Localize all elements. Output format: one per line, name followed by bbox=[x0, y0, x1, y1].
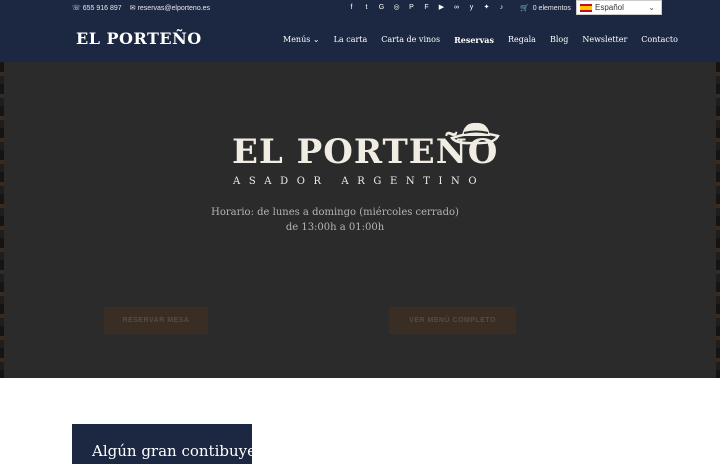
nav-item-regala[interactable]: Regala bbox=[508, 35, 536, 45]
google-plus-icon[interactable]: G bbox=[377, 3, 386, 12]
nav-item-newsletter[interactable]: Newsletter bbox=[582, 35, 627, 45]
tripadvisor-icon[interactable]: ∞ bbox=[452, 3, 461, 12]
full-menu-button[interactable]: Ver menú completo bbox=[389, 307, 516, 334]
nav-item-la-carta[interactable]: La carta bbox=[334, 35, 368, 45]
facebook-icon[interactable]: f bbox=[347, 3, 356, 12]
hours-line-2: de 13:00h a 01:00h bbox=[285, 222, 385, 233]
email-address: reservas@elporteno.es bbox=[137, 4, 211, 12]
nav-menu: Menús ⌄ La carta Carta de vinos Reservas… bbox=[283, 35, 678, 45]
contact-info: ☏ 655 916 897 ✉ reservas@elporteno.es bbox=[72, 4, 211, 13]
nav-item-blog[interactable]: Blog bbox=[550, 35, 568, 45]
phone-number: 655 916 897 bbox=[82, 4, 122, 12]
cart-count: 0 elementos bbox=[532, 4, 571, 12]
yelp-icon[interactable]: y bbox=[467, 3, 476, 12]
twitter-icon[interactable]: t bbox=[362, 3, 371, 12]
pinterest-icon[interactable]: P bbox=[407, 3, 416, 12]
nav-item-carta-de-vinos[interactable]: Carta de vinos bbox=[381, 35, 440, 45]
foursquare-icon[interactable]: F bbox=[422, 3, 431, 12]
nav-item-reservas[interactable]: Reservas bbox=[454, 35, 494, 45]
opening-hours: Horario: de lunes a domingo (miércoles c… bbox=[0, 205, 670, 235]
hero-subtitle: ASADOR ARGENTINO bbox=[233, 176, 486, 187]
instagram-icon[interactable]: ◎ bbox=[392, 3, 401, 12]
hat-icon bbox=[450, 122, 500, 145]
spain-flag-icon bbox=[580, 3, 592, 12]
nav-item-label: Menús bbox=[283, 35, 311, 44]
bluesky-icon[interactable]: ✦ bbox=[482, 3, 491, 12]
email-link[interactable]: ✉ reservas@elporteno.es bbox=[129, 4, 211, 13]
language-label: Español bbox=[595, 3, 624, 12]
tiktok-icon[interactable]: ♪ bbox=[497, 3, 506, 12]
phone-icon: ☏ bbox=[72, 5, 81, 12]
hours-line-1: Horario: de lunes a domingo (miércoles c… bbox=[211, 207, 459, 218]
reserve-table-button[interactable]: Reservar mesa bbox=[104, 307, 208, 334]
social-links: f t G ◎ P F ▶ ∞ y ✦ ♪ bbox=[347, 3, 506, 12]
top-bar: ☏ 655 916 897 ✉ reservas@elporteno.es f t … bbox=[0, 0, 720, 16]
site-logo[interactable]: EL PORTEÑO bbox=[76, 29, 202, 48]
card-title: Algún gran contibuye bbox=[92, 442, 252, 460]
main-navigation: EL PORTEÑO Menús ⌄ La carta Carta de vin… bbox=[0, 16, 720, 62]
nav-item-menus[interactable]: Menús ⌄ bbox=[283, 35, 320, 45]
chevron-down-icon: ⌄ bbox=[312, 35, 320, 44]
section-card: Algún gran contibuye bbox=[72, 424, 252, 464]
cart-icon: 🛒 bbox=[520, 5, 529, 12]
youtube-icon[interactable]: ▶ bbox=[437, 3, 446, 12]
language-selector[interactable]: Español ⌄ bbox=[576, 0, 662, 15]
hero-right-edge bbox=[716, 62, 720, 378]
email-icon: ✉ bbox=[129, 5, 136, 12]
cart-link[interactable]: 🛒 0 elementos bbox=[520, 4, 571, 13]
chevron-down-icon: ⌄ bbox=[648, 3, 655, 12]
hero-section: EL PORTEÑO ASADOR ARGENTINO Horario: de … bbox=[0, 62, 720, 378]
nav-item-contacto[interactable]: Contacto bbox=[641, 35, 678, 45]
phone-link[interactable]: ☏ 655 916 897 bbox=[72, 4, 122, 13]
